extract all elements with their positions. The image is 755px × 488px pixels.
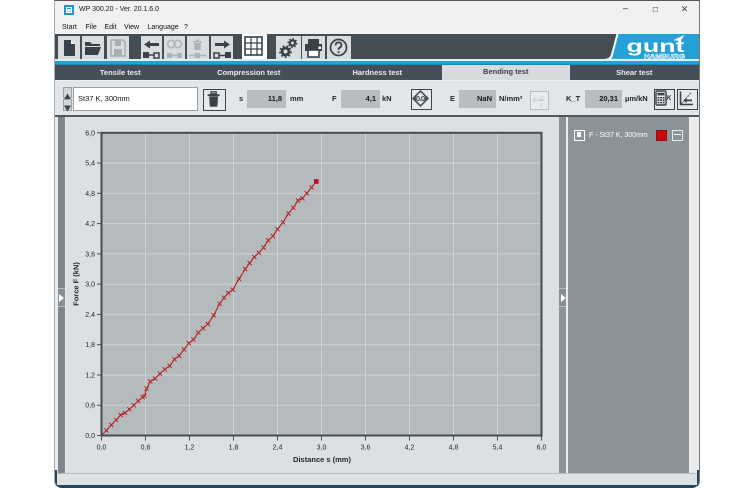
svg-text:6,0: 6,0 — [85, 130, 95, 137]
svg-text:4,8: 4,8 — [85, 191, 95, 198]
svg-text:0,6: 0,6 — [141, 445, 151, 452]
svg-text:1,2: 1,2 — [85, 373, 95, 380]
svg-text:5,4: 5,4 — [493, 445, 503, 452]
svg-text:3,6: 3,6 — [85, 251, 95, 258]
svg-text:4,2: 4,2 — [85, 221, 95, 228]
svg-text:6,0: 6,0 — [537, 445, 547, 452]
svg-text:Distance s (mm): Distance s (mm) — [293, 455, 351, 464]
svg-text:4,2: 4,2 — [405, 445, 415, 452]
svg-text:0,0: 0,0 — [85, 433, 95, 440]
svg-text:T: T — [670, 99, 671, 104]
svg-text:0,0: 0,0 — [97, 445, 107, 452]
svg-text:ε: ε — [541, 102, 544, 108]
svg-text:3,6: 3,6 — [361, 445, 371, 452]
svg-text:3,0: 3,0 — [317, 445, 327, 452]
svg-text:5,4: 5,4 — [85, 161, 95, 168]
svg-text:0,6: 0,6 — [85, 403, 95, 410]
svg-text:1,8: 1,8 — [229, 445, 239, 452]
svg-text:2,4: 2,4 — [85, 312, 95, 319]
svg-text:Force F (kN): Force F (kN) — [72, 262, 81, 306]
svg-text:1,2: 1,2 — [185, 445, 195, 452]
svg-text:4,8: 4,8 — [449, 445, 459, 452]
svg-text:1,8: 1,8 — [85, 342, 95, 349]
svg-text:2,4: 2,4 — [273, 445, 283, 452]
svg-text:3,0: 3,0 — [85, 282, 95, 289]
